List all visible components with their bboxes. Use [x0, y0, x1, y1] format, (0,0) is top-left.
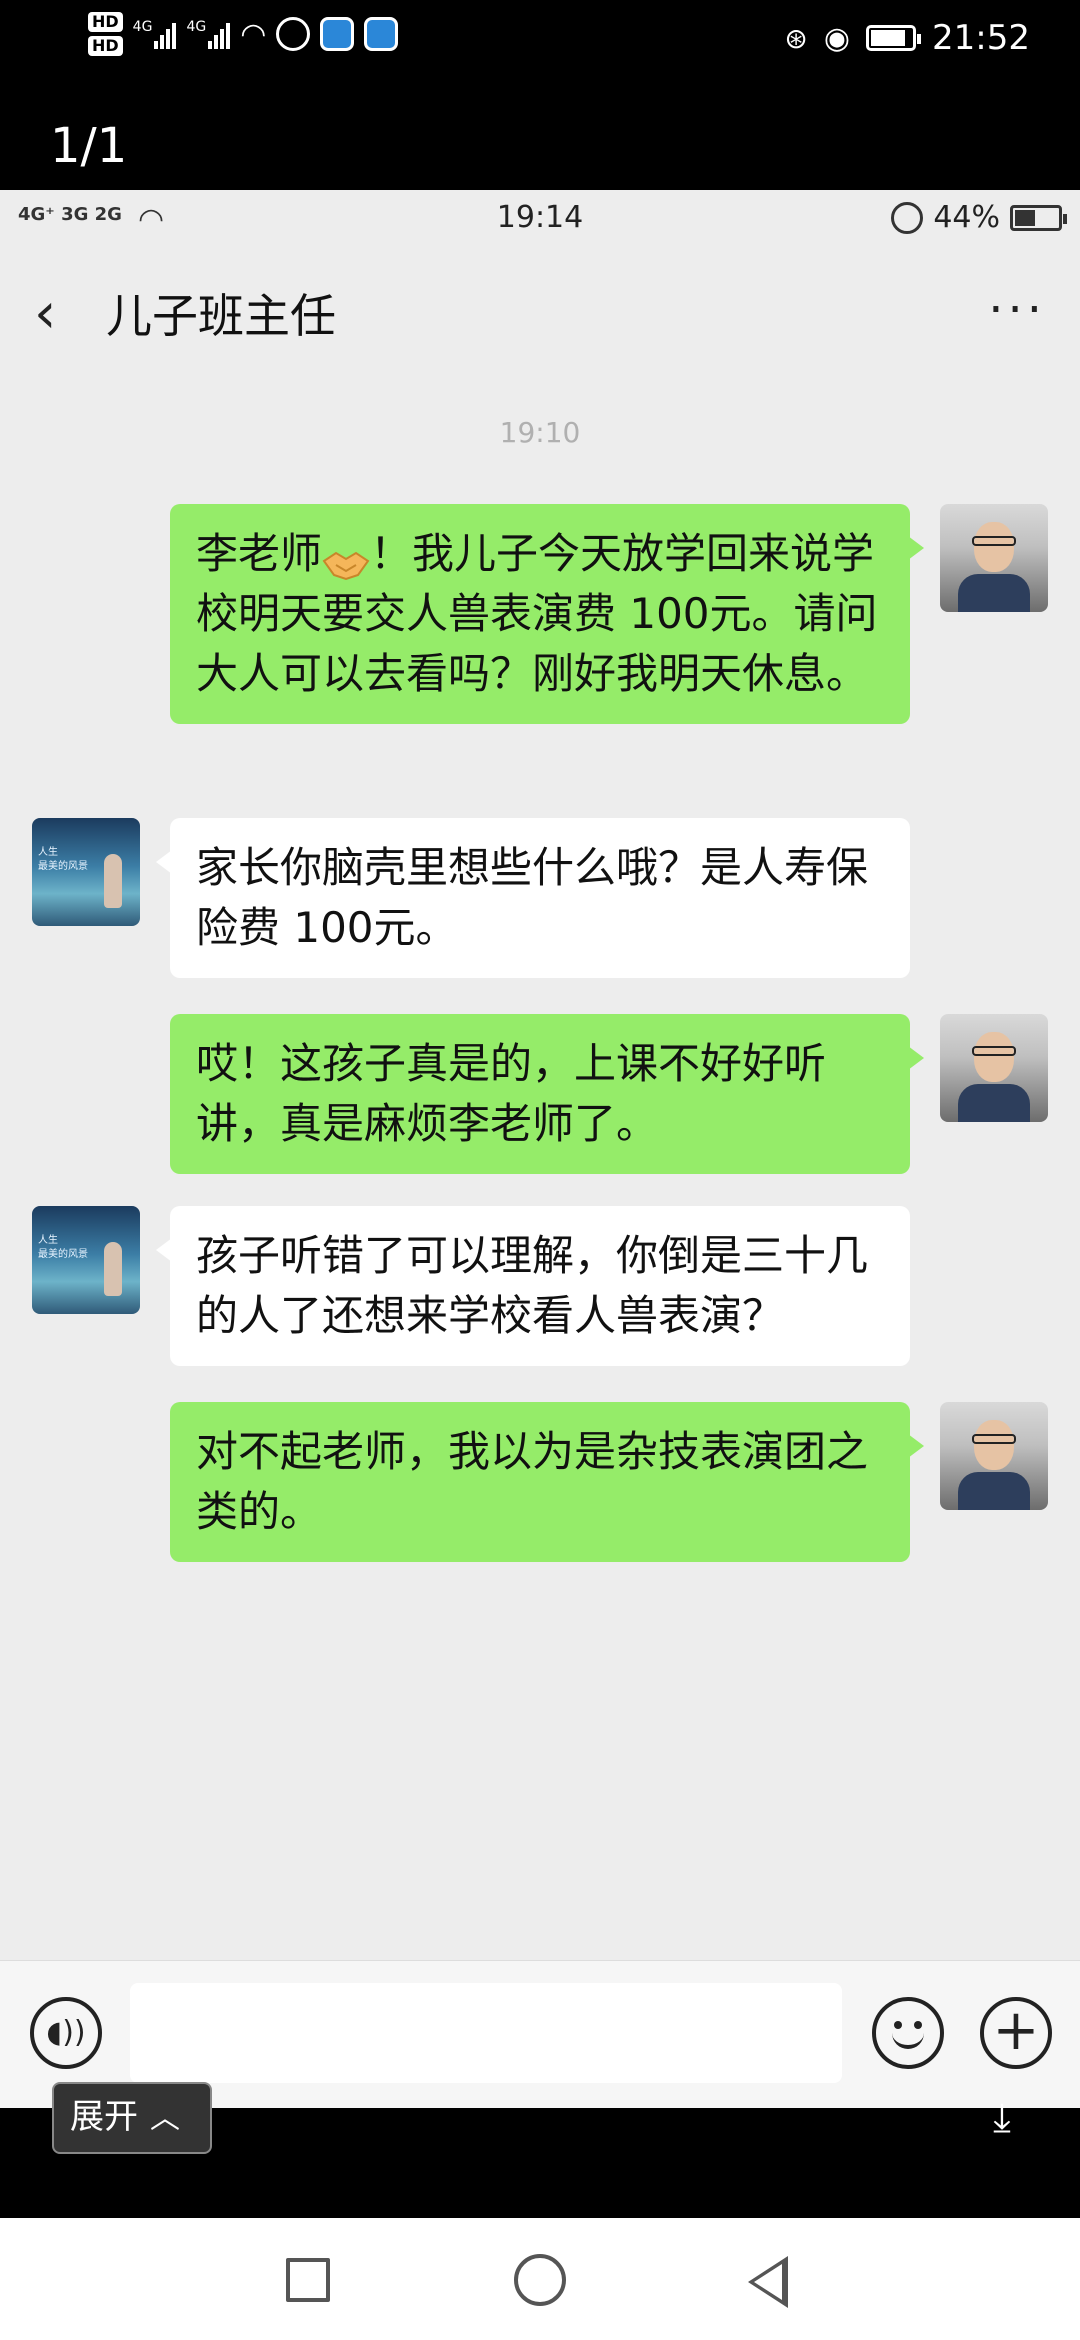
handshake-emoji-icon — [322, 539, 370, 580]
nfc-icon: ⊛ — [784, 21, 808, 55]
chevron-left-icon[interactable]: ‹ — [34, 284, 74, 344]
status-app-icon — [364, 17, 399, 51]
message-input[interactable] — [130, 1983, 842, 2083]
teacher-avatar[interactable]: 人生 最美的风景 — [32, 818, 140, 926]
message-text: 李老师 — [196, 529, 323, 578]
my-avatar[interactable] — [940, 504, 1048, 612]
chevron-up-icon: ︿ — [150, 2101, 180, 2136]
signal-icon-2: 4G — [186, 19, 231, 49]
message-text: 哎！这孩子真是的，上课不好好听讲，真是麻烦李老师了。 — [196, 1039, 827, 1148]
message-text: 家长你脑壳里想些什么哦？是人寿保险费 100元。 — [196, 843, 869, 952]
rotation-lock-icon — [891, 201, 924, 234]
teacher-message-bubble[interactable]: 孩子听错了可以理解，你倒是三十几的人了还想来学校看人兽表演？ — [156, 1206, 910, 1366]
home-icon[interactable] — [514, 2254, 566, 2306]
device-status-bar: HD HD 4G 4G ◠ ⊛ ◉ 21:52 — [0, 0, 1080, 80]
battery-percent: 44% — [933, 200, 1000, 235]
chat-screenshot: 4G⁺ 3G 2G ◠ 19:14 44% ‹ 儿子班主任 ··· 19:10 … — [0, 190, 1080, 2108]
back-icon[interactable] — [748, 2256, 788, 2308]
my-message-bubble[interactable]: 李老师 ！我儿子今天放学回来说学校明天要交人兽表演费 100元。请问大人可以去看吗… — [170, 504, 924, 724]
system-nav-bar — [0, 2218, 1080, 2340]
more-icon[interactable]: ··· — [988, 286, 1046, 334]
expand-button[interactable]: 展开 ︿ — [52, 2082, 212, 2154]
message-text: 对不起老师，我以为是杂技表演团之类的。 — [196, 1427, 869, 1536]
inner-status-bar: 4G⁺ 3G 2G ◠ 19:14 44% — [0, 190, 1080, 250]
status-app-icon — [320, 17, 355, 51]
eye-icon: ◉ — [823, 20, 851, 56]
plus-icon[interactable]: + — [980, 1997, 1052, 2069]
image-counter: 1/1 — [50, 118, 128, 174]
signal-icon-1: 4G — [133, 19, 177, 49]
emoji-icon[interactable] — [872, 1997, 944, 2069]
device-clock: 21:52 — [932, 18, 1030, 58]
chat-header: ‹ 儿子班主任 ··· — [0, 250, 1080, 380]
teacher-message-bubble[interactable]: 家长你脑壳里想些什么哦？是人寿保险费 100元。 — [156, 818, 910, 978]
hd-badge-2: HD — [88, 36, 123, 56]
message-timestamp: 19:10 — [499, 416, 581, 449]
my-message-bubble[interactable]: 对不起老师，我以为是杂技表演团之类的。 — [170, 1402, 924, 1562]
my-avatar[interactable] — [940, 1014, 1048, 1122]
teacher-avatar[interactable]: 人生 最美的风景 — [32, 1206, 140, 1314]
expand-label: 展开 — [70, 2097, 138, 2137]
my-avatar[interactable] — [940, 1402, 1048, 1510]
wifi-icon: ◠ — [240, 16, 267, 52]
download-icon[interactable]: ⤓ — [982, 2098, 1022, 2138]
battery-icon — [1010, 204, 1067, 231]
status-app-icon — [276, 17, 311, 51]
voice-icon[interactable]: ◖)) — [30, 1997, 102, 2069]
chat-title: 儿子班主任 — [106, 289, 336, 343]
message-text: 孩子听错了可以理解，你倒是三十几的人了还想来学校看人兽表演？ — [196, 1231, 869, 1340]
battery-icon — [866, 25, 922, 51]
hd-badge-1: HD — [88, 12, 123, 32]
recent-apps-icon[interactable] — [286, 2258, 330, 2302]
my-message-bubble[interactable]: 哎！这孩子真是的，上课不好好听讲，真是麻烦李老师了。 — [170, 1014, 924, 1174]
